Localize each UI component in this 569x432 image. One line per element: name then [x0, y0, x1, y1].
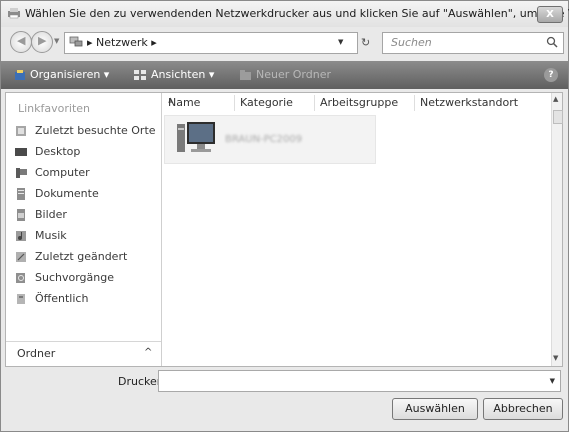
navigation-pane: Linkfavoriten Zuletzt besuchte Orte Desk… [6, 93, 162, 366]
views-icon [134, 70, 146, 80]
sidebar-item-searches[interactable]: Suchvorgänge [12, 269, 158, 287]
recent-places-icon [16, 126, 26, 136]
folders-label: Ordner [17, 347, 56, 360]
computer-icon [16, 168, 27, 178]
printer-field[interactable]: ▼ [158, 370, 561, 392]
select-button[interactable]: Auswählen [392, 398, 478, 420]
column-header-name[interactable]: ▲ Name [162, 95, 235, 111]
favorites-header: Linkfavoriten [18, 102, 91, 115]
command-toolbar: Organisieren ▾ Ansichten ▾ Neuer Ordner … [1, 61, 568, 89]
sidebar-item-music[interactable]: Musik [12, 227, 158, 245]
sidebar-item-label: Zuletzt besuchte Orte [35, 124, 156, 137]
dialog-window: Wählen Sie den zu verwendenden Netzwerkd… [0, 0, 569, 432]
list-item-label: BRAUN-PC2009 [225, 134, 303, 145]
network-computer-icon [177, 122, 215, 152]
sidebar-item-desktop[interactable]: Desktop [12, 143, 158, 161]
network-icon [69, 36, 83, 47]
searches-icon [16, 273, 25, 283]
sidebar-item-label: Zuletzt geändert [35, 250, 128, 263]
address-bar[interactable]: ▸ Netzwerk ▸ ▼ [64, 32, 358, 54]
chevron-down-icon[interactable]: ▼ [550, 377, 555, 385]
refresh-button[interactable]: ↻ [361, 36, 370, 49]
sidebar-item-label: Dokumente [35, 187, 99, 200]
search-input[interactable]: Suchen [382, 32, 564, 54]
column-header-network-location[interactable]: Netzwerkstandort [414, 95, 540, 111]
organize-icon [15, 70, 25, 80]
sidebar-item-public[interactable]: Öffentlich [12, 290, 158, 308]
title-bar: Wählen Sie den zu verwendenden Netzwerkd… [1, 1, 569, 27]
views-button[interactable]: Ansichten ▾ [151, 68, 214, 81]
sidebar-item-computer[interactable]: Computer [12, 164, 158, 182]
sidebar-item-label: Öffentlich [35, 292, 89, 305]
sidebar-item-pictures[interactable]: Bilder [12, 206, 158, 224]
recently-changed-icon [16, 252, 26, 262]
sidebar-item-recent-places[interactable]: Zuletzt besuchte Orte [12, 122, 158, 140]
scroll-down-icon[interactable]: ▼ [553, 354, 558, 362]
sidebar-item-documents[interactable]: Dokumente [12, 185, 158, 203]
new-folder-button[interactable]: Neuer Ordner [256, 68, 331, 81]
column-header-category[interactable]: Kategorie [234, 95, 315, 111]
scroll-up-icon[interactable]: ▲ [553, 95, 558, 103]
documents-icon [17, 188, 25, 200]
sidebar-item-label: Musik [35, 229, 67, 242]
cancel-button[interactable]: Abbrechen [483, 398, 563, 420]
music-icon [16, 231, 26, 241]
sidebar-item-label: Suchvorgänge [35, 271, 114, 284]
address-dropdown-arrow[interactable]: ▼ [338, 38, 343, 46]
desktop-icon [15, 148, 27, 156]
printer-icon [8, 8, 20, 19]
sidebar-item-recently-changed[interactable]: Zuletzt geändert [12, 248, 158, 266]
new-folder-icon [240, 70, 251, 80]
vertical-scrollbar[interactable]: ▲ ▼ [551, 93, 563, 366]
pictures-icon [17, 209, 25, 221]
recent-pages-dropdown[interactable]: ▼ [54, 37, 59, 45]
sidebar-item-label: Bilder [35, 208, 67, 221]
arrow-right-icon: ▶ [38, 34, 47, 47]
public-icon [17, 294, 25, 304]
arrow-left-icon: ◀ [17, 34, 26, 47]
browser-content: Linkfavoriten Zuletzt besuchte Orte Desk… [5, 92, 563, 367]
window-title: Wählen Sie den zu verwendenden Netzwerkd… [25, 7, 569, 20]
sidebar-item-label: Computer [35, 166, 90, 179]
search-placeholder: Suchen [391, 36, 432, 49]
address-path[interactable]: ▸ Netzwerk ▸ [87, 36, 157, 49]
chevron-up-icon[interactable]: ^ [144, 347, 152, 358]
list-item[interactable]: BRAUN-PC2009 [164, 115, 376, 164]
help-icon[interactable]: ? [544, 68, 558, 82]
printer-label: Drucker [118, 375, 162, 388]
scrollbar-thumb[interactable] [553, 110, 563, 124]
search-icon[interactable] [546, 36, 558, 48]
forward-button[interactable]: ▶ [31, 31, 53, 53]
sidebar-item-label: Desktop [35, 145, 81, 158]
navigation-bar: ◀ ▶ ▼ ▸ Netzwerk ▸ ▼ ↻ Suchen [1, 27, 568, 57]
back-button[interactable]: ◀ [10, 31, 32, 53]
file-list: ▲ Name Kategorie Arbeitsgruppe Netzwerks… [162, 93, 552, 366]
column-header-workgroup[interactable]: Arbeitsgruppe [314, 95, 415, 111]
organize-button[interactable]: Organisieren ▾ [30, 68, 109, 81]
close-button[interactable]: X [537, 6, 563, 23]
folders-toggle[interactable]: Ordner ^ [6, 341, 161, 366]
